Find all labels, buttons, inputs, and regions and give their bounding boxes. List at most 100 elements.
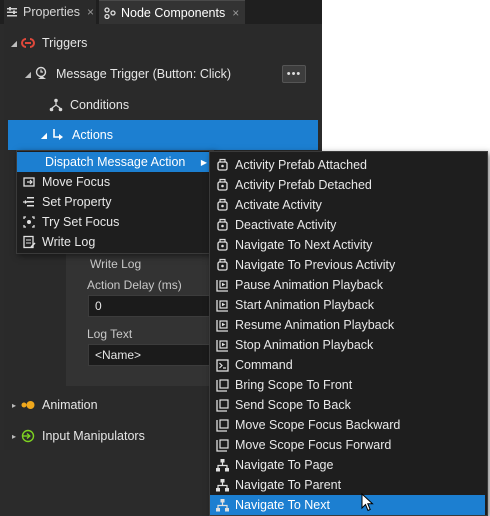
tree-item-conditions[interactable]: Conditions bbox=[8, 90, 318, 120]
submenu-item-activate-activity[interactable]: Activate Activity bbox=[210, 195, 485, 215]
close-icon[interactable]: × bbox=[232, 6, 239, 20]
submenu-item-resume-animation-playback[interactable]: Resume Animation Playback bbox=[210, 315, 485, 335]
actions-icon bbox=[50, 127, 66, 143]
collapse-arrow-icon[interactable]: ◢ bbox=[22, 70, 34, 79]
set-property-icon bbox=[21, 194, 37, 210]
try-set-focus-icon bbox=[21, 214, 37, 230]
menu-item-label: Set Property bbox=[42, 195, 112, 209]
dispatch-message-submenu: Activity Prefab Attached Activity Prefab … bbox=[209, 151, 488, 516]
submenu-item-label: Stop Animation Playback bbox=[235, 338, 374, 352]
section-title: Write Log bbox=[90, 257, 142, 271]
submenu-item-deactivate-activity[interactable]: Deactivate Activity bbox=[210, 215, 485, 235]
more-options-button[interactable]: ••• bbox=[282, 65, 306, 83]
command-icon bbox=[214, 357, 230, 373]
submenu-item-start-animation-playback[interactable]: Start Animation Playback bbox=[210, 295, 485, 315]
tab-node-components-label: Node Components bbox=[121, 6, 226, 20]
add-action-menu: Dispatch Message Action ▶ Move Focus Set… bbox=[16, 150, 214, 254]
submenu-item-activity-prefab-detached[interactable]: Activity Prefab Detached bbox=[210, 175, 485, 195]
submenu-item-stop-animation-playback[interactable]: Stop Animation Playback bbox=[210, 335, 485, 355]
submenu-item-navigate-to-next[interactable]: Navigate To Next bbox=[210, 495, 485, 515]
collapse-arrow-icon[interactable]: ◢ bbox=[8, 39, 20, 48]
conditions-icon bbox=[48, 97, 64, 113]
submenu-item-activity-prefab-attached[interactable]: Activity Prefab Attached bbox=[210, 155, 485, 175]
scope-icon bbox=[214, 377, 230, 393]
tab-bar: Properties × Node Components × bbox=[0, 0, 322, 25]
menu-item-label: Dispatch Message Action bbox=[45, 155, 186, 169]
submenu-item-move-scope-focus-backward[interactable]: Move Scope Focus Backward bbox=[210, 415, 485, 435]
activity-icon bbox=[214, 237, 230, 253]
tree-item-label: Actions bbox=[72, 128, 113, 142]
submenu-item-label: Command bbox=[235, 358, 293, 372]
navigate-icon bbox=[214, 457, 230, 473]
submenu-item-navigate-to-page[interactable]: Navigate To Page bbox=[210, 455, 485, 475]
expand-arrow-icon[interactable]: ▸ bbox=[8, 432, 20, 441]
submenu-item-command[interactable]: Command bbox=[210, 355, 485, 375]
expand-arrow-icon[interactable]: ▸ bbox=[8, 401, 20, 410]
animation-icon bbox=[20, 397, 36, 413]
navigate-icon bbox=[214, 497, 230, 513]
animation-playback-icon bbox=[214, 297, 230, 313]
menu-item-label: Try Set Focus bbox=[42, 215, 120, 229]
tree-item-label: Triggers bbox=[42, 36, 88, 50]
close-icon[interactable]: × bbox=[87, 5, 94, 19]
tab-properties[interactable]: Properties × bbox=[4, 0, 96, 24]
trigger-icon bbox=[20, 35, 36, 51]
move-focus-icon bbox=[21, 174, 37, 190]
tree-item-triggers[interactable]: ◢ Triggers bbox=[8, 28, 318, 58]
write-log-icon bbox=[21, 234, 37, 250]
submenu-item-label: Navigate To Previous Activity bbox=[235, 258, 396, 272]
input-manipulators-icon bbox=[20, 428, 36, 444]
submenu-item-bring-scope-to-front[interactable]: Bring Scope To Front bbox=[210, 375, 485, 395]
menu-item-write-log[interactable]: Write Log bbox=[17, 232, 213, 252]
action-delay-label: Action Delay (ms) bbox=[87, 278, 182, 292]
tab-node-components[interactable]: Node Components × bbox=[99, 0, 245, 25]
tree-item-label: Input Manipulators bbox=[42, 429, 145, 443]
submenu-item-label: Deactivate Activity bbox=[235, 218, 337, 232]
menu-item-dispatch-message-action[interactable]: Dispatch Message Action ▶ bbox=[17, 152, 213, 172]
submenu-item-label: Activate Activity bbox=[235, 198, 322, 212]
submenu-item-move-scope-focus-forward[interactable]: Move Scope Focus Forward bbox=[210, 435, 485, 455]
tree-item-label: Conditions bbox=[70, 98, 130, 112]
tree-item-label: Animation bbox=[42, 398, 98, 412]
submenu-item-label: Pause Animation Playback bbox=[235, 278, 384, 292]
node-components-tab-icon bbox=[102, 5, 118, 21]
menu-item-label: Move Focus bbox=[42, 175, 111, 189]
activity-icon bbox=[214, 217, 230, 233]
message-trigger-icon bbox=[34, 66, 50, 82]
submenu-item-send-scope-to-back[interactable]: Send Scope To Back bbox=[210, 395, 485, 415]
scope-icon bbox=[214, 397, 230, 413]
submenu-item-pause-animation-playback[interactable]: Pause Animation Playback bbox=[210, 275, 485, 295]
submenu-item-label: Resume Animation Playback bbox=[235, 318, 395, 332]
scope-icon bbox=[214, 437, 230, 453]
submenu-item-label: Navigate To Next bbox=[235, 498, 330, 512]
animation-playback-icon bbox=[214, 277, 230, 293]
submenu-item-navigate-to-next-activity[interactable]: Navigate To Next Activity bbox=[210, 235, 485, 255]
submenu-item-label: Move Scope Focus Forward bbox=[235, 438, 392, 452]
log-text-label: Log Text bbox=[87, 327, 133, 341]
tree-item-label: Message Trigger (Button: Click) bbox=[56, 67, 232, 81]
animation-playback-icon bbox=[214, 337, 230, 353]
animation-playback-icon bbox=[214, 317, 230, 333]
submenu-item-label: Navigate To Parent bbox=[235, 478, 342, 492]
submenu-item-label: Bring Scope To Front bbox=[235, 378, 353, 392]
menu-item-set-property[interactable]: Set Property bbox=[17, 192, 213, 212]
submenu-item-label: Activity Prefab Attached bbox=[235, 158, 368, 172]
tab-properties-label: Properties bbox=[23, 5, 80, 19]
submenu-item-navigate-to-parent[interactable]: Navigate To Parent bbox=[210, 475, 485, 495]
menu-item-label: Write Log bbox=[42, 235, 96, 249]
properties-tab-icon bbox=[4, 4, 20, 20]
submenu-item-label: Navigate To Page bbox=[235, 458, 334, 472]
tree-item-message-trigger[interactable]: ◢ Message Trigger (Button: Click) ••• bbox=[8, 59, 318, 89]
submenu-item-label: Send Scope To Back bbox=[235, 398, 351, 412]
submenu-item-label: Navigate To Next Activity bbox=[235, 238, 373, 252]
submenu-item-label: Move Scope Focus Backward bbox=[235, 418, 401, 432]
tree-item-actions[interactable]: ◢ Actions bbox=[8, 120, 318, 150]
navigate-icon bbox=[214, 477, 230, 493]
menu-item-move-focus[interactable]: Move Focus bbox=[17, 172, 213, 192]
collapse-arrow-icon[interactable]: ◢ bbox=[38, 131, 50, 140]
submenu-item-navigate-to-previous-activity[interactable]: Navigate To Previous Activity bbox=[210, 255, 485, 275]
scope-icon bbox=[214, 417, 230, 433]
activity-icon bbox=[214, 197, 230, 213]
activity-icon bbox=[214, 157, 230, 173]
menu-item-try-set-focus[interactable]: Try Set Focus bbox=[17, 212, 213, 232]
